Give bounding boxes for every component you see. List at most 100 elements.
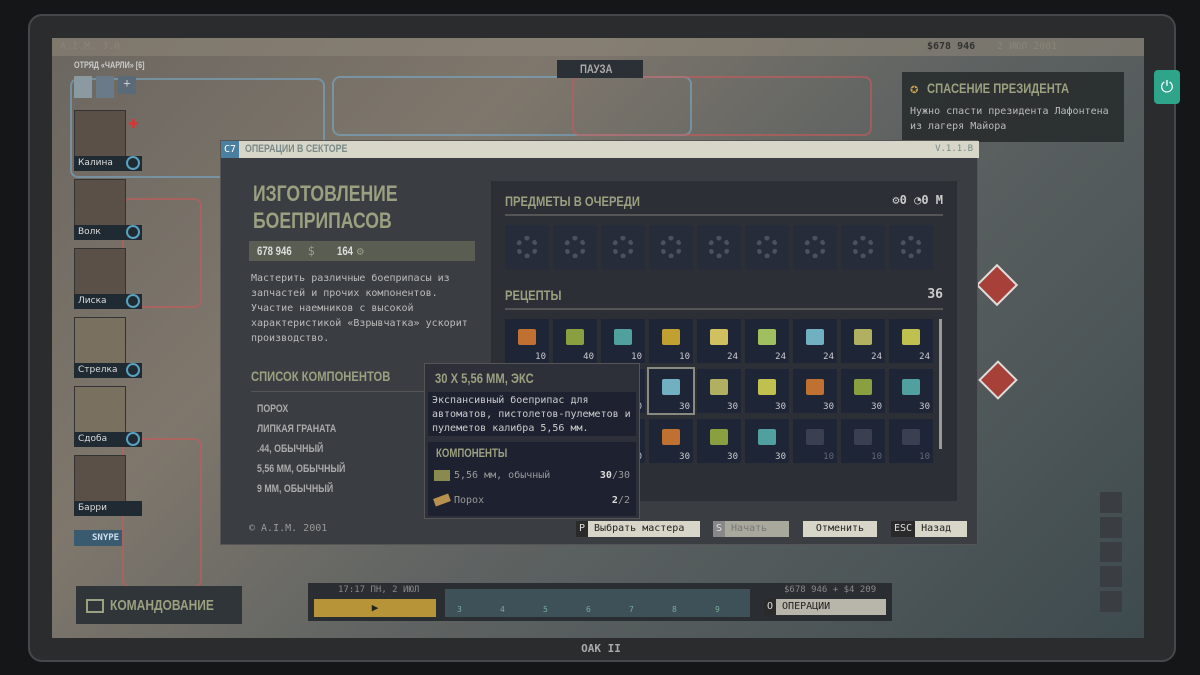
- map-toolbar: [1100, 492, 1122, 612]
- operations-button[interactable]: O ОПЕРАЦИИ: [764, 599, 886, 615]
- component-item: ЛИПКАЯ ГРАНАТА: [257, 423, 337, 435]
- recipe-item[interactable]: 10: [793, 419, 837, 463]
- tooltip-title: 30 X 5,56 ММ, ЭКС: [435, 370, 534, 386]
- timeline-track[interactable]: 3 4 5 6 7 8 9: [445, 589, 750, 617]
- resources-bar: 678 946 $ 164 ⚙: [249, 241, 475, 261]
- power-button[interactable]: ⏻: [1154, 70, 1180, 104]
- gear-icon: [660, 236, 682, 258]
- command-button[interactable]: КОМАНДОВАНИЕ: [76, 586, 242, 624]
- recipes-scrollbar[interactable]: [939, 319, 942, 449]
- play-button[interactable]: ▶: [314, 599, 436, 617]
- recipe-count: 30: [679, 402, 690, 412]
- copyright: © A.I.M. 2001: [249, 523, 328, 534]
- back-button[interactable]: ESC Назад: [891, 521, 967, 537]
- gear-icon: [756, 236, 778, 258]
- ammo-icon: [662, 429, 680, 445]
- queue-slot[interactable]: [793, 225, 837, 269]
- medic-icon: ✚: [128, 112, 139, 133]
- queue-slot[interactable]: [649, 225, 693, 269]
- description: Мастерить различные боеприпасы из запчас…: [251, 273, 468, 344]
- recipe-count: 30: [727, 402, 738, 412]
- merc-name[interactable]: Барри: [74, 501, 142, 516]
- recipe-item[interactable]: 10: [601, 319, 645, 363]
- tooltip-components-title: КОМПОНЕНТЫ: [436, 446, 508, 460]
- recipe-item[interactable]: 24: [697, 319, 741, 363]
- gear-icon: [900, 236, 922, 258]
- recipe-item[interactable]: 40: [553, 319, 597, 363]
- command-icon: [86, 598, 104, 613]
- recipe-count: 10: [823, 452, 834, 462]
- gear-icon: [804, 236, 826, 258]
- queue-slot[interactable]: [553, 225, 597, 269]
- tooltip-description: Экспансивный боеприпас для автоматов, пи…: [428, 392, 636, 436]
- select-master-button[interactable]: P Выбрать мастера: [576, 521, 700, 537]
- recipe-item[interactable]: 30: [793, 369, 837, 413]
- ammo-icon: [710, 429, 728, 445]
- queue-slot[interactable]: [745, 225, 789, 269]
- recipe-item[interactable]: 10: [649, 319, 693, 363]
- add-icon[interactable]: +: [118, 76, 136, 94]
- quest-text: Нужно спасти президента Лафонтена из лаг…: [910, 106, 1109, 132]
- recipe-item[interactable]: 30: [745, 419, 789, 463]
- queue-slot[interactable]: [841, 225, 885, 269]
- recipe-item[interactable]: 10: [841, 419, 885, 463]
- gear-icon: ⚙: [892, 193, 900, 207]
- tooltip-component-name: Порох: [454, 495, 485, 506]
- brand-label: OAK II: [581, 642, 621, 655]
- gear-icon: [612, 236, 634, 258]
- ammo-icon: [902, 329, 920, 345]
- ammo-icon: [518, 329, 536, 345]
- map-tool-button[interactable]: [1100, 566, 1122, 588]
- recipe-item[interactable]: 30: [841, 369, 885, 413]
- recipe-item[interactable]: 10: [889, 419, 933, 463]
- map-tool-button[interactable]: [1100, 591, 1122, 612]
- ammo-icon: [434, 470, 450, 481]
- recipe-item[interactable]: 30: [647, 367, 695, 415]
- map-tool-button[interactable]: [1100, 541, 1122, 563]
- map-tool-button[interactable]: [1100, 492, 1122, 513]
- recipe-item[interactable]: 30: [745, 369, 789, 413]
- ammo-icon: [662, 379, 680, 395]
- recipe-item[interactable]: 10: [505, 319, 549, 363]
- quest-panel[interactable]: ✪ СПАСЕНИЕ ПРЕЗИДЕНТА Нужно спасти прези…: [902, 72, 1124, 142]
- squad-filter-icon[interactable]: [74, 76, 92, 98]
- ammo-icon: [854, 379, 872, 395]
- queue-slot[interactable]: [505, 225, 549, 269]
- time-bar: 17:17 ПН, 2 ИЮЛ ▶ 3 4 5 6 7 8 9 $678 946…: [308, 583, 892, 621]
- recipe-count: 24: [775, 352, 786, 362]
- queue-slot[interactable]: [889, 225, 933, 269]
- timer-icon: [126, 225, 140, 239]
- recipe-item[interactable]: 24: [841, 319, 885, 363]
- recipe-item[interactable]: 24: [745, 319, 789, 363]
- queue-title: ПРЕДМЕТЫ В ОЧЕРЕДИ ⚙0 ◔0 M: [505, 193, 943, 216]
- ammo-icon: [710, 379, 728, 395]
- ammo-icon: [902, 429, 920, 445]
- map-marker-icon[interactable]: [975, 263, 1019, 307]
- recipe-item[interactable]: 30: [697, 369, 741, 413]
- page-title: ИЗГОТОВЛЕНИЕ БОЕПРИПАСОВ: [253, 181, 398, 233]
- start-button[interactable]: S Начать: [713, 521, 789, 537]
- tooltip-component-name: 5,56 мм, обычный: [454, 470, 551, 481]
- cancel-button[interactable]: Отменить: [803, 521, 877, 537]
- squad-title: ОТРЯД «ЧАРЛИ» [6]: [74, 60, 145, 70]
- recipe-item[interactable]: 30: [649, 419, 693, 463]
- gear-icon: [708, 236, 730, 258]
- gear-icon: [516, 236, 538, 258]
- recipe-count: 30: [679, 452, 690, 462]
- queue-slot[interactable]: [601, 225, 645, 269]
- gear-icon: [564, 236, 586, 258]
- squad-filter-icon[interactable]: [96, 76, 114, 98]
- ammo-icon: [806, 329, 824, 345]
- recipe-count: 10: [871, 452, 882, 462]
- recipe-item[interactable]: 24: [889, 319, 933, 363]
- queue-slot[interactable]: [697, 225, 741, 269]
- recipe-item[interactable]: 30: [889, 369, 933, 413]
- ammo-icon: [758, 329, 776, 345]
- map-region: [122, 198, 202, 308]
- snype-button[interactable]: SNYPE: [74, 530, 122, 546]
- recipe-count: 24: [871, 352, 882, 362]
- map-tool-button[interactable]: [1100, 516, 1122, 538]
- recipe-item[interactable]: 24: [793, 319, 837, 363]
- recipe-item[interactable]: 30: [697, 419, 741, 463]
- map-marker-icon[interactable]: [978, 360, 1018, 400]
